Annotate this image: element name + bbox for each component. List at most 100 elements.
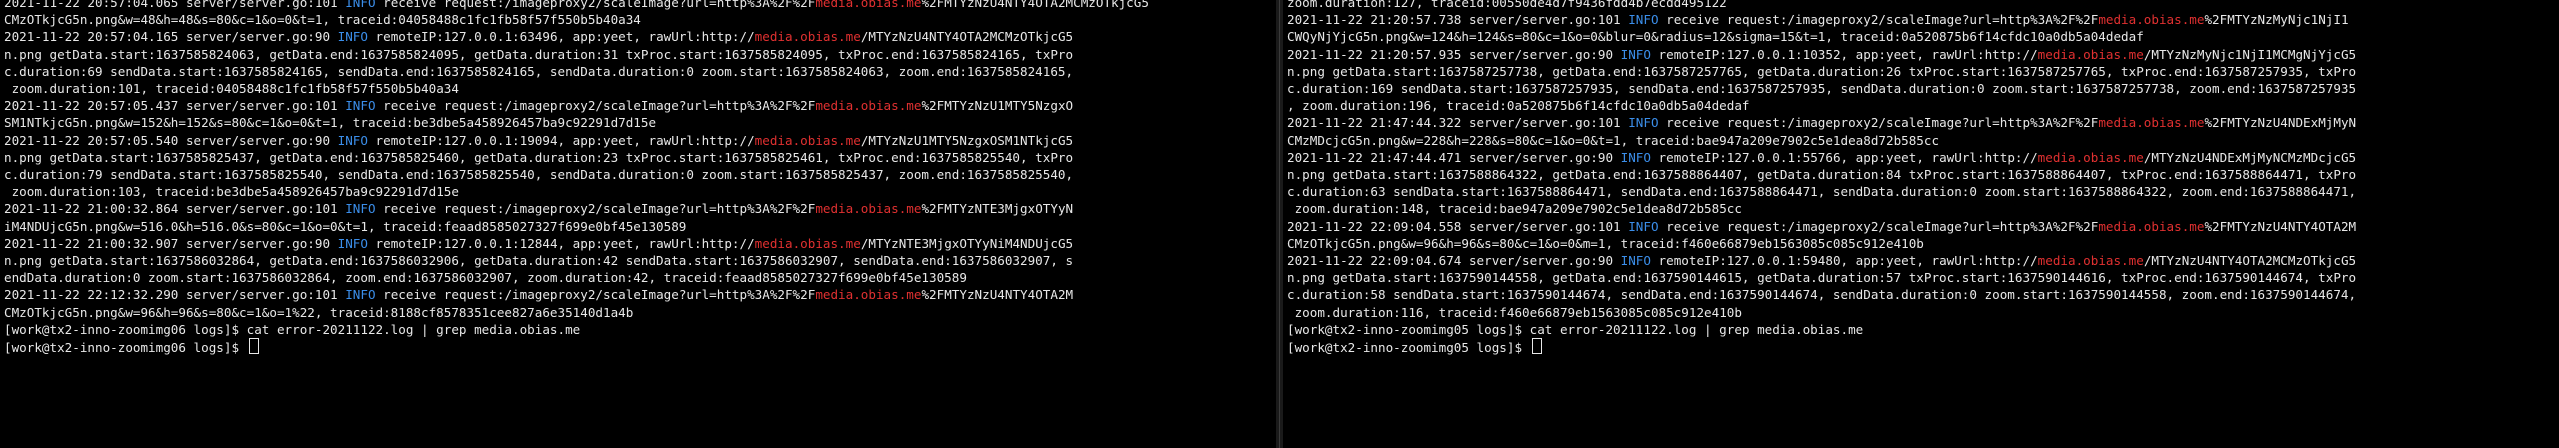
log-text: 2021-11-22 20:57:04.065 server/server.go… bbox=[4, 0, 346, 10]
log-line: n.png getData.start:1637588864322, getDa… bbox=[1287, 166, 2557, 183]
log-text: c.duration:69 sendData.start:16375858241… bbox=[4, 63, 1074, 79]
log-line: 2021-11-22 20:57:05.540 server/server.go… bbox=[4, 132, 1274, 149]
log-text: %2FMTYzNTE3MjgxOTYyN bbox=[921, 201, 1074, 217]
active-prompt[interactable]: [work@tx2-inno-zoomimg05 logs]$ bbox=[1287, 338, 2557, 356]
log-line: 2021-11-22 21:00:32.864 server/server.go… bbox=[4, 200, 1274, 217]
log-text: CMzOTkjcG5n.png&w=96&h=96&s=80&c=1&o=0&m… bbox=[1287, 235, 1924, 251]
log-text: remoteIP:127.0.0.1:55766, app:yeet, rawU… bbox=[1650, 149, 2038, 165]
log-text: 2021-11-22 21:47:44.322 server/server.go… bbox=[1287, 115, 1629, 131]
log-text: %2FMTYzNzMyNjc1NjI1 bbox=[2204, 12, 2349, 28]
log-text: receive request:/imageproxy2/scaleImage?… bbox=[375, 0, 816, 10]
shell-prompt: [work@tx2-inno-zoomimg06 logs]$ bbox=[4, 340, 247, 356]
log-line: 2021-11-22 20:57:05.437 server/server.go… bbox=[4, 97, 1274, 114]
log-level: INFO bbox=[1628, 12, 1659, 28]
log-text: endData.duration:0 zoom.start:1637586032… bbox=[4, 270, 967, 286]
log-text: CMzOTkjcG5n.png&w=48&h=48&s=80&c=1&o=0&t… bbox=[4, 12, 641, 28]
log-text: /MTYzNTE3MjgxOTYyNiM4NDUjcG5 bbox=[860, 235, 1074, 251]
log-text: %2FMTYzNzU4NTY4OTA2MCMzOTkjcG5 bbox=[921, 0, 1149, 10]
log-text: c.duration:63 sendData.start:16375888644… bbox=[1287, 184, 2357, 200]
grep-match: media.obias.me bbox=[754, 132, 861, 148]
log-text: 2021-11-22 22:09:04.558 server/server.go… bbox=[1287, 218, 1629, 234]
log-line: 2021-11-22 21:47:44.471 server/server.go… bbox=[1287, 149, 2557, 166]
log-text: c.duration:58 sendData.start:16375901446… bbox=[1287, 287, 2357, 303]
log-line: zoom.duration:103, traceid:be3dbe5a45892… bbox=[4, 183, 1274, 200]
log-text: remoteIP:127.0.0.1:59480, app:yeet, rawU… bbox=[1650, 253, 2038, 269]
log-text: iM4NDUjcG5n.png&w=516.0&h=516.0&s=80&c=1… bbox=[4, 218, 687, 234]
log-text: receive request:/imageproxy2/scaleImage?… bbox=[375, 201, 816, 217]
log-line: CMzOTkjcG5n.png&w=96&h=96&s=80&c=1&o=1%2… bbox=[4, 304, 1274, 321]
log-text: 2021-11-22 20:57:05.437 server/server.go… bbox=[4, 98, 346, 114]
log-line: n.png getData.start:1637590144558, getDa… bbox=[1287, 269, 2557, 286]
terminal-output-left: 2021-11-22 20:57:04.065 server/server.go… bbox=[4, 0, 1274, 356]
log-level: INFO bbox=[1628, 218, 1659, 234]
active-prompt[interactable]: [work@tx2-inno-zoomimg06 logs]$ bbox=[4, 338, 1274, 356]
terminal-pane-right[interactable]: zoom.duration:127, traceid:00550de4d7f94… bbox=[1283, 0, 2559, 448]
log-level: INFO bbox=[345, 0, 376, 10]
log-text: 2021-11-22 21:00:32.907 server/server.go… bbox=[4, 235, 338, 251]
grep-match: media.obias.me bbox=[754, 29, 861, 45]
shell-command: [work@tx2-inno-zoomimg06 logs]$ cat erro… bbox=[4, 321, 581, 337]
log-text: /MTYzNzMyNjc1NjI1MCMgNjYjcG5 bbox=[2143, 46, 2357, 62]
log-text: zoom.duration:101, traceid:04058488c1fc1… bbox=[4, 81, 459, 97]
log-text: n.png getData.start:1637586032864, getDa… bbox=[4, 253, 1074, 269]
terminal-pane-left[interactable]: 2021-11-22 20:57:04.065 server/server.go… bbox=[0, 0, 1276, 448]
log-text: remoteIP:127.0.0.1:10352, app:yeet, rawU… bbox=[1650, 46, 2038, 62]
log-line: 2021-11-22 21:20:57.738 server/server.go… bbox=[1287, 11, 2557, 28]
log-text: n.png getData.start:1637585824063, getDa… bbox=[4, 46, 1074, 62]
log-line: 2021-11-22 21:00:32.907 server/server.go… bbox=[4, 235, 1274, 252]
shell-command: [work@tx2-inno-zoomimg05 logs]$ cat erro… bbox=[1287, 321, 1864, 337]
log-line: endData.duration:0 zoom.start:1637586032… bbox=[4, 269, 1274, 286]
log-text: 2021-11-22 21:20:57.935 server/server.go… bbox=[1287, 46, 1621, 62]
log-line: c.duration:58 sendData.start:16375901446… bbox=[1287, 286, 2557, 303]
log-level: INFO bbox=[337, 132, 368, 148]
log-text: receive request:/imageproxy2/scaleImage?… bbox=[375, 287, 816, 303]
log-text: receive request:/imageproxy2/scaleImage?… bbox=[375, 98, 816, 114]
terminal-output-right: zoom.duration:127, traceid:00550de4d7f94… bbox=[1287, 0, 2557, 356]
log-level: INFO bbox=[1620, 253, 1651, 269]
text-cursor bbox=[248, 338, 259, 355]
log-line: 2021-11-22 21:20:57.935 server/server.go… bbox=[1287, 46, 2557, 63]
log-level: INFO bbox=[1620, 46, 1651, 62]
log-line: 2021-11-22 20:57:04.065 server/server.go… bbox=[4, 0, 1274, 11]
grep-match: media.obias.me bbox=[2098, 218, 2205, 234]
log-line: iM4NDUjcG5n.png&w=516.0&h=516.0&s=80&c=1… bbox=[4, 218, 1274, 235]
log-level: INFO bbox=[345, 98, 376, 114]
log-line: c.duration:63 sendData.start:16375888644… bbox=[1287, 183, 2557, 200]
log-line: zoom.duration:116, traceid:f460e66879eb1… bbox=[1287, 304, 2557, 321]
log-line: zoom.duration:148, traceid:bae947a209e79… bbox=[1287, 200, 2557, 217]
grep-match: media.obias.me bbox=[815, 287, 922, 303]
log-line: 2021-11-22 22:09:04.674 server/server.go… bbox=[1287, 252, 2557, 269]
log-line: 2021-11-22 22:12:32.290 server/server.go… bbox=[4, 286, 1274, 303]
log-line: c.duration:169 sendData.start:1637587257… bbox=[1287, 80, 2557, 97]
log-level: INFO bbox=[1628, 115, 1659, 131]
log-line: CMzOTkjcG5n.png&w=48&h=48&s=80&c=1&o=0&t… bbox=[4, 11, 1274, 28]
log-text: CMzMDcjcG5n.png&w=228&h=228&s=80&c=1&o=0… bbox=[1287, 132, 1940, 148]
log-text: SM1NTkjcG5n.png&w=152&h=152&s=80&c=1&o=0… bbox=[4, 115, 657, 131]
log-level: INFO bbox=[345, 287, 376, 303]
log-line: SM1NTkjcG5n.png&w=152&h=152&s=80&c=1&o=0… bbox=[4, 114, 1274, 131]
log-text: CMzOTkjcG5n.png&w=96&h=96&s=80&c=1&o=1%2… bbox=[4, 304, 634, 320]
grep-match: media.obias.me bbox=[815, 201, 922, 217]
pane-divider[interactable] bbox=[1276, 0, 1283, 448]
log-text: remoteIP:127.0.0.1:12844, app:yeet, rawU… bbox=[367, 235, 755, 251]
log-text: 2021-11-22 21:00:32.864 server/server.go… bbox=[4, 201, 346, 217]
log-level: INFO bbox=[337, 29, 368, 45]
log-text: %2FMTYzNzU4NTY4OTA2M bbox=[2204, 218, 2357, 234]
log-text: 2021-11-22 22:12:32.290 server/server.go… bbox=[4, 287, 346, 303]
log-line: 2021-11-22 22:09:04.558 server/server.go… bbox=[1287, 218, 2557, 235]
log-text: receive request:/imageproxy2/scaleImage?… bbox=[1658, 218, 2099, 234]
log-text: 2021-11-22 21:47:44.471 server/server.go… bbox=[1287, 149, 1621, 165]
grep-match: media.obias.me bbox=[815, 0, 922, 10]
log-line: CMzOTkjcG5n.png&w=96&h=96&s=80&c=1&o=0&m… bbox=[1287, 235, 2557, 252]
log-text: zoom.duration:103, traceid:be3dbe5a45892… bbox=[4, 184, 459, 200]
log-text: /MTYzNzU4NTY4OTA2MCMzOTkjcG5 bbox=[2143, 253, 2357, 269]
grep-match: media.obias.me bbox=[2037, 253, 2144, 269]
grep-match: media.obias.me bbox=[815, 98, 922, 114]
grep-match: media.obias.me bbox=[754, 235, 861, 251]
log-text: zoom.duration:127, traceid:00550de4d7f94… bbox=[1287, 0, 1727, 10]
grep-match: media.obias.me bbox=[2098, 12, 2205, 28]
log-line: c.duration:69 sendData.start:16375858241… bbox=[4, 63, 1274, 80]
log-line: 2021-11-22 20:57:04.165 server/server.go… bbox=[4, 28, 1274, 45]
log-text: c.duration:79 sendData.start:16375858255… bbox=[4, 167, 1074, 183]
log-text: remoteIP:127.0.0.1:19094, app:yeet, rawU… bbox=[367, 132, 755, 148]
